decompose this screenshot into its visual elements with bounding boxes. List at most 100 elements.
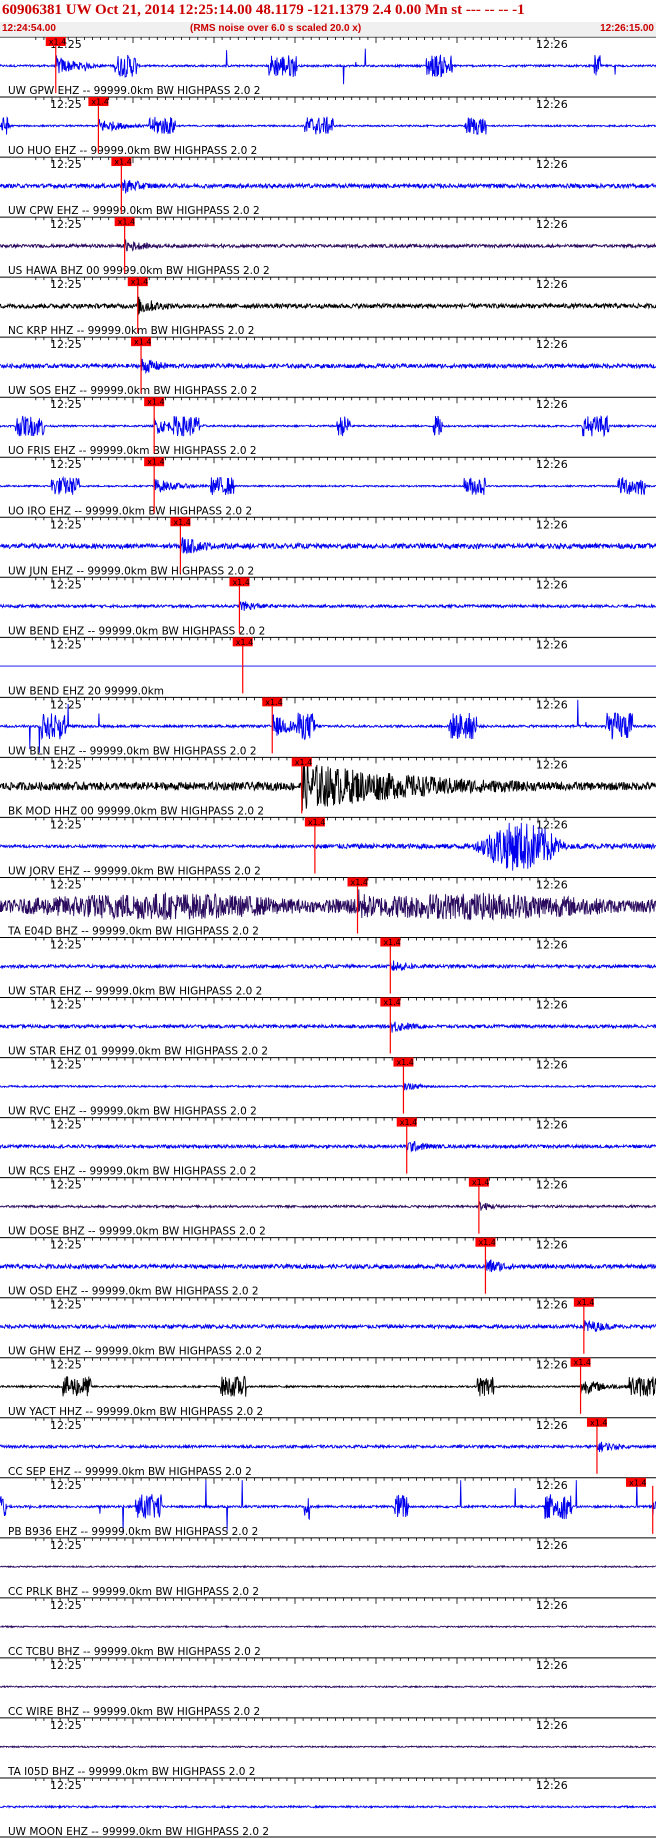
time-tick-label: 12:26 (536, 578, 568, 591)
time-tick-marks (35, 1477, 555, 1484)
time-tick-marks (35, 1357, 555, 1364)
time-tick-label: 12:26 (536, 999, 568, 1012)
time-tick-label: 12:25 (50, 698, 82, 711)
time-tick-label: 12:25 (50, 1659, 82, 1672)
time-tick-label: 12:25 (50, 818, 82, 831)
end-time: 12:26:15.00 (600, 23, 654, 34)
waveform-trace (0, 1259, 656, 1273)
time-tick-label: 12:26 (536, 698, 568, 711)
time-tick-label: 12:26 (536, 338, 568, 351)
time-tick-marks (35, 277, 555, 284)
time-tick-label: 12:26 (536, 1779, 568, 1792)
time-tick-label: 12:25 (50, 278, 82, 291)
station-label: CC PRLK BHZ -- 99999.0km BW HIGHPASS 2.0… (8, 1586, 259, 1598)
station-label: UW STAR EHZ 01 99999.0km BW HIGHPASS 2.0… (8, 1046, 268, 1058)
time-tick-label: 12:26 (536, 939, 568, 952)
pick-flag-label: x1.4 (134, 338, 151, 347)
trace-row: 12:25 12:26 PB B936 EHZ -- 99999.0km BW HI… (0, 1477, 656, 1538)
waveform-trace (0, 48, 656, 85)
time-tick-marks (35, 1657, 555, 1664)
waveform-trace (0, 537, 656, 554)
pick-flag-label: x1.4 (114, 158, 131, 167)
time-tick-label: 12:26 (536, 1239, 568, 1252)
time-tick-label: 12:25 (50, 1359, 82, 1372)
time-tick-label: 12:25 (50, 1779, 82, 1792)
trace-row: 12:25 12:26 UW JORV EHZ -- 99999.0km BW HI… (0, 816, 656, 877)
time-tick-label: 12:25 (50, 218, 82, 231)
time-tick-marks (35, 1717, 555, 1724)
time-tick-label: 12:25 (50, 1479, 82, 1492)
trace-row: 12:25 12:26 UW OSD EHZ -- 99999.0km BW HIG… (0, 1237, 656, 1298)
time-tick-marks (35, 937, 555, 944)
waveform-trace (0, 1082, 656, 1091)
trace-row: 12:25 12:26 US HAWA BHZ 00 99999.0km BW HI… (0, 216, 656, 277)
station-label: CC TCBU BHZ -- 99999.0km BW HIGHPASS 2.0… (8, 1646, 261, 1658)
pick-flag-label: x1.4 (396, 1058, 413, 1067)
waveform-trace (0, 296, 656, 316)
trace-row: 12:25 12:26 UW BEND EHZ 20 99999.0km x1.4 (0, 636, 656, 697)
pick-flag-label: x1.4 (236, 638, 253, 647)
time-tick-marks (35, 1597, 555, 1604)
seismogram-panel: 12:25 12:26 UW GPW EHZ -- 99999.0km BW HIG… (0, 37, 656, 1838)
station-label: CC WIRE BHZ -- 99999.0km BW HIGHPASS 2.0… (8, 1706, 260, 1718)
time-tick-marks (35, 1117, 555, 1124)
time-tick-label: 12:25 (50, 1119, 82, 1132)
pick-flag-label: x1.4 (590, 1418, 607, 1427)
waveform-trace (0, 1140, 656, 1153)
station-label: UW OSD EHZ -- 99999.0km BW HIGHPASS 2.0 … (8, 1286, 259, 1298)
pick-flag-label: x1.4 (147, 398, 164, 407)
start-time: 12:24:54.00 (2, 23, 56, 34)
time-tick-marks (35, 337, 555, 344)
time-tick-label: 12:26 (536, 1539, 568, 1552)
time-tick-label: 12:26 (536, 38, 568, 51)
trace-row: 12:25 12:26 UW RCS EHZ -- 99999.0km BW HIG… (0, 1117, 656, 1178)
pick-flag-label: x1.4 (577, 1298, 594, 1307)
time-tick-label: 12:26 (536, 458, 568, 471)
time-tick-marks (35, 1297, 555, 1304)
waveform-trace (0, 1021, 656, 1033)
time-tick-label: 12:26 (536, 1299, 568, 1312)
station-label: UW CPW EHZ -- 99999.0km BW HIGHPASS 2.0 … (8, 205, 260, 217)
station-label: UO IRO EHZ -- 99999.0km BW HIGHPASS 2.0 … (8, 505, 252, 517)
time-tick-label: 12:25 (50, 158, 82, 171)
time-tick-label: 12:25 (50, 1419, 82, 1432)
station-label: UO HUO EHZ -- 99999.0km BW HIGHPASS 2.0 … (8, 145, 257, 157)
waveform-trace (0, 358, 656, 375)
time-tick-marks (35, 217, 555, 224)
waveform-trace (0, 1200, 656, 1211)
pick-flag-label: x1.4 (131, 278, 148, 287)
pick-flag-label: x1.4 (629, 1478, 646, 1487)
time-tick-label: 12:26 (536, 638, 568, 651)
time-tick-label: 12:26 (536, 818, 568, 831)
waveform-trace (0, 1320, 656, 1333)
trace-row: 12:25 12:26 UW SOS EHZ -- 99999.0km BW HIG… (0, 336, 656, 397)
time-tick-label: 12:25 (50, 1059, 82, 1072)
trace-row: 12:25 12:26 UW GHW EHZ -- 99999.0km BW HIG… (0, 1297, 656, 1358)
trace-row: 12:25 12:26 CC PRLK BHZ -- 99999.0km BW HI… (0, 1537, 656, 1598)
waveform-trace (0, 889, 656, 921)
station-label: UW MOON EHZ -- 99999.0km BW HIGHPASS 2.0… (8, 1826, 269, 1838)
station-label: UW JUN EHZ -- 99999.0km BW HIGHPASS 2.0 … (8, 565, 254, 577)
trace-row: 12:25 12:26 UW RVC EHZ -- 99999.0km BW HIG… (0, 1057, 656, 1118)
station-label: CC SEP EHZ -- 99999.0km BW HIGHPASS 2.0 … (8, 1466, 252, 1478)
station-label: TA I05D BHZ -- 99999.0km BW HIGHPASS 2.0… (7, 1766, 255, 1778)
trace-row: 12:25 12:26 UW BEND EHZ -- 99999.0km BW HI… (0, 576, 656, 637)
time-tick-label: 12:26 (536, 758, 568, 771)
station-label: PB B936 EHZ -- 99999.0km BW HIGHPASS 2.0… (8, 1526, 258, 1538)
trace-row: 12:25 12:26 UO FRIS EHZ -- 99999.0km BW HI… (0, 396, 656, 457)
pick-flag-label: x1.4 (49, 38, 66, 47)
time-tick-label: 12:25 (50, 1179, 82, 1192)
trace-row: 12:25 12:26 BK MOD HHZ 00 99999.0km BW HIG… (0, 756, 656, 817)
waveform-trace (0, 239, 656, 252)
waveform-trace (0, 179, 656, 194)
time-tick-label: 12:26 (536, 518, 568, 531)
pick-flag-label: x1.4 (295, 758, 312, 767)
pick-flag-label: x1.4 (308, 818, 325, 827)
station-label: UW BEND EHZ -- 99999.0km BW HIGHPASS 2.0… (8, 625, 265, 637)
pick-flag-label: x1.4 (232, 578, 249, 587)
time-tick-label: 12:26 (536, 1179, 568, 1192)
event-title: 60906381 UW Oct 21, 2014 12:25:14.00 48.… (2, 2, 525, 18)
station-label: UW YACT HHZ -- 99999.0km BW HIGHPASS 2.0… (8, 1406, 263, 1418)
station-label: BK MOD HHZ 00 99999.0km BW HIGHPASS 2.0 … (8, 805, 264, 817)
time-tick-label: 12:26 (536, 1359, 568, 1372)
